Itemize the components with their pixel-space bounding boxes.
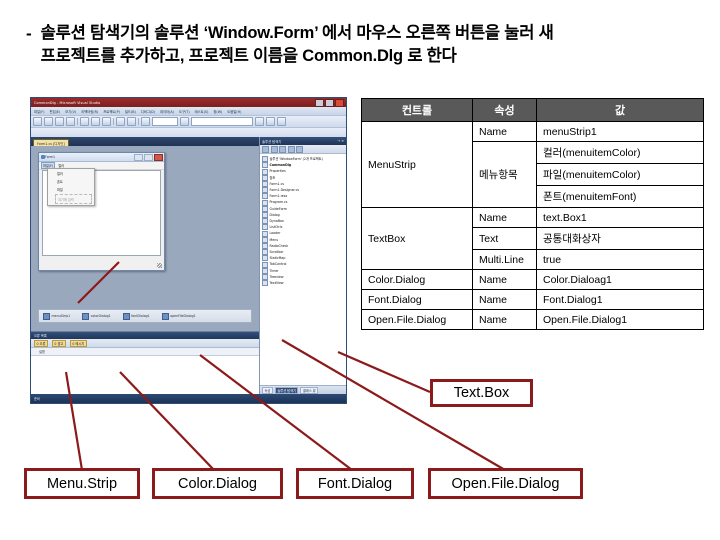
- leader-line-menustrip: [64, 371, 84, 471]
- callout-fontdialog: Font.Dialog: [296, 468, 414, 499]
- slide-canvas: - 솔루션 탐색기의 솔루션 ‘Window.Form’ 에서 마우스 오른쪽 …: [0, 0, 720, 540]
- leader-line-menustrip-upper: [77, 261, 120, 304]
- callout-leader-lines: [64, 261, 506, 471]
- callout-colordialog: Color.Dialog: [152, 468, 283, 499]
- leader-line-textbox: [337, 350, 431, 394]
- callout-menustrip: Menu.Strip: [24, 468, 140, 499]
- leader-line-colordialog: [119, 371, 215, 471]
- callout-openfiledialog: Open.File.Dialog: [428, 468, 583, 499]
- leader-line-fontdialog: [199, 354, 353, 471]
- callout-textbox: Text.Box: [430, 379, 533, 407]
